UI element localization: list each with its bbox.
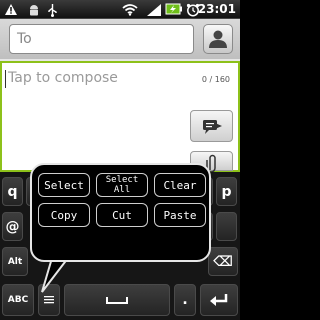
send-message-icon xyxy=(203,120,222,134)
wifi-icon xyxy=(122,4,138,16)
paste-button[interactable]: Paste xyxy=(154,203,206,227)
message-placeholder: Tap to compose xyxy=(8,70,118,86)
android-icon xyxy=(30,5,38,16)
menu-lines-icon xyxy=(44,296,54,304)
message-input[interactable]: Tap to compose 0 / 160 xyxy=(0,61,240,172)
contact-picker-button[interactable] xyxy=(203,24,233,54)
enter-arrow-icon xyxy=(210,294,228,306)
status-time: 23:01 xyxy=(197,2,236,16)
select-button[interactable]: Select xyxy=(38,173,90,197)
edit-text-popup: Select Select All Clear Copy Cut Paste xyxy=(30,163,211,262)
text-caret xyxy=(5,70,6,88)
select-all-button[interactable]: Select All xyxy=(96,173,148,197)
send-button[interactable] xyxy=(190,110,233,142)
key-l[interactable] xyxy=(216,212,237,241)
key-at[interactable]: @ xyxy=(2,212,23,241)
key-space[interactable] xyxy=(64,284,170,316)
key-period[interactable]: . xyxy=(174,284,196,316)
key-abc[interactable]: ABC xyxy=(2,284,34,316)
character-counter: 0 / 160 xyxy=(201,75,230,84)
copy-button[interactable]: Copy xyxy=(38,203,90,227)
key-q[interactable]: q xyxy=(2,177,23,206)
compose-panel: To Tap to compose 0 / 160 xyxy=(0,19,240,172)
person-icon xyxy=(209,30,227,48)
usb-icon xyxy=(48,4,57,17)
key-delete[interactable]: ⌫ xyxy=(208,247,238,276)
clear-button[interactable]: Clear xyxy=(154,173,206,197)
space-icon xyxy=(106,297,128,304)
recipient-input[interactable]: To xyxy=(9,24,194,54)
select-all-line2: All xyxy=(113,185,131,195)
battery-charging-icon xyxy=(165,3,182,15)
select-all-line1: Select xyxy=(105,175,139,185)
warning-icon xyxy=(5,4,17,15)
cut-button[interactable]: Cut xyxy=(96,203,148,227)
signal-icon xyxy=(147,4,161,16)
recipient-row: To xyxy=(0,19,240,59)
key-enter[interactable] xyxy=(200,284,238,316)
key-menu[interactable] xyxy=(38,284,60,316)
key-alt[interactable]: Alt xyxy=(2,247,28,276)
status-bar: 23:01 xyxy=(0,0,240,19)
key-p[interactable]: p xyxy=(216,177,237,206)
